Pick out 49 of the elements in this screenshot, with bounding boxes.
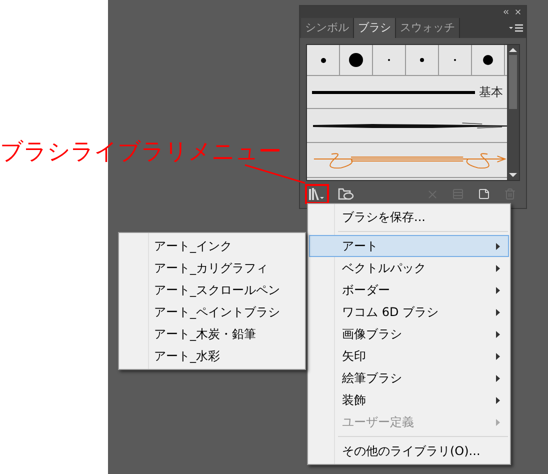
submenu-arrow-icon: [496, 396, 500, 404]
scroll-up-icon[interactable]: [509, 45, 517, 55]
menu-item[interactable]: 装飾: [309, 389, 509, 411]
menu-item[interactable]: アート_木炭・鉛筆: [119, 323, 305, 345]
menu-item[interactable]: 絵筆ブラシ: [309, 367, 509, 389]
stroke-line-icon: [312, 90, 475, 94]
folder-cloud-icon: [338, 188, 354, 200]
close-icon: [426, 188, 438, 200]
menu-item[interactable]: アート: [309, 235, 509, 257]
panel-tab[interactable]: ブラシ: [354, 18, 396, 38]
menu-item[interactable]: ベクトルパック: [309, 257, 509, 279]
submenu-arrow-icon: [496, 374, 500, 382]
submenu-arrow-icon: [496, 308, 500, 316]
menu-item[interactable]: アート_水彩: [119, 345, 305, 367]
dot-icon: [420, 58, 424, 62]
submenu-arrow-icon: [496, 418, 500, 426]
menu-item[interactable]: ボーダー: [309, 279, 509, 301]
arrow-stroke-icon: [312, 150, 507, 170]
dot-icon: [349, 53, 363, 67]
leader-line: [244, 164, 306, 184]
menu-item[interactable]: アート_インク: [119, 235, 305, 257]
panel-menu-icon[interactable]: [509, 24, 523, 33]
panel-tab[interactable]: スウォッチ: [396, 18, 460, 38]
menu-item[interactable]: アート_ペイントブラシ: [119, 301, 305, 323]
menu-item[interactable]: 矢印: [309, 345, 509, 367]
dot-icon: [320, 58, 326, 62]
menu-item[interactable]: その他のライブラリ(O)...: [309, 440, 509, 462]
submenu-arrow-icon: [496, 264, 500, 272]
scrollbar[interactable]: [507, 45, 519, 180]
submenu-arrow-icon: [496, 330, 500, 338]
scroll-down-icon[interactable]: [509, 170, 517, 180]
books-icon: [309, 188, 325, 200]
page-icon: [478, 188, 490, 200]
collapse-icon[interactable]: [502, 8, 510, 16]
list-icon: [452, 188, 464, 200]
submenu-arrow-icon: [496, 286, 500, 294]
close-icon[interactable]: [514, 8, 522, 16]
brush-name: 基本: [479, 84, 503, 101]
panel-tab[interactable]: シンボル: [301, 18, 354, 38]
menu-item[interactable]: ワコム 6D ブラシ: [309, 301, 509, 323]
dot-icon: [483, 55, 493, 65]
trash-icon: [504, 188, 516, 200]
menu-item[interactable]: アート_カリグラフィ: [119, 257, 305, 279]
charcoal-stroke-icon: [313, 122, 507, 130]
menu-item[interactable]: ブラシを保存...: [309, 206, 509, 228]
submenu-arrow-icon: [496, 352, 500, 360]
menu-item[interactable]: 画像ブラシ: [309, 323, 509, 345]
menu-item[interactable]: アート_スクロールペン: [119, 279, 305, 301]
submenu-arrow-icon: [496, 242, 500, 250]
